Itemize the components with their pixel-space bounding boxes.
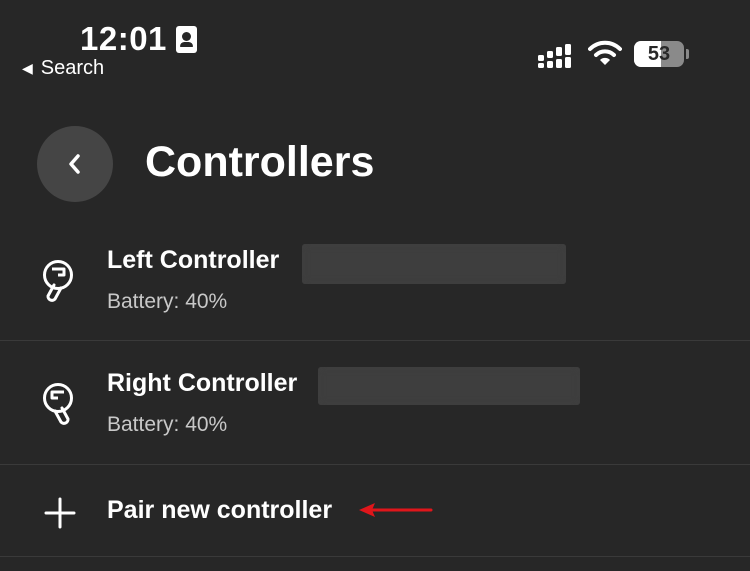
battery-indicator: 53: [634, 41, 684, 67]
back-triangle-icon: ◀: [22, 60, 33, 76]
chevron-left-icon: [69, 154, 80, 174]
back-to-app-label: Search: [40, 57, 105, 79]
contact-card-icon: [175, 25, 197, 53]
pair-new-controller-label: Pair new controller: [107, 496, 333, 524]
controller-battery: Battery: 40%: [107, 290, 228, 313]
annotation-arrow-icon: [359, 503, 433, 517]
controller-name: Left Controller: [107, 246, 280, 274]
list-divider: [0, 556, 750, 557]
battery-percent-text: 53: [647, 43, 671, 65]
cellular-signal-icon: [538, 44, 571, 68]
status-time: 12:01: [80, 20, 197, 58]
controller-row-left[interactable]: Left Controller Battery: 40%: [0, 224, 750, 340]
right-controller-icon: [43, 383, 73, 425]
redacted-serial: [302, 244, 566, 284]
back-to-app-link[interactable]: ◀ Search: [22, 57, 104, 80]
controller-row-right[interactable]: Right Controller Battery: 40%: [0, 341, 750, 464]
redacted-serial: [318, 367, 580, 405]
status-time-text: 12:01: [80, 20, 167, 57]
left-controller-icon: [43, 260, 73, 302]
controller-name: Right Controller: [107, 369, 298, 397]
plus-icon: [44, 497, 76, 529]
back-button[interactable]: [37, 126, 113, 202]
wifi-icon: [588, 40, 622, 65]
page-title: Controllers: [145, 138, 375, 186]
controller-battery: Battery: 40%: [107, 413, 228, 436]
battery-terminal: [686, 49, 689, 59]
